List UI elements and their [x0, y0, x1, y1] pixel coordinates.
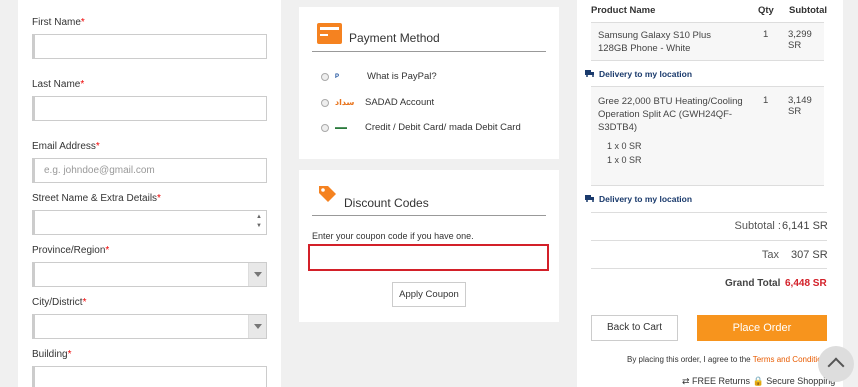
payment-option-paypal[interactable]: P What is PayPal? — [321, 70, 521, 84]
coupon-input[interactable] — [308, 244, 549, 271]
first-name-label: First Name — [32, 17, 81, 28]
first-name-input[interactable] — [32, 34, 267, 59]
delivery-option[interactable]: Delivery to my location — [585, 69, 692, 79]
sadad-logo-icon: سداد — [335, 98, 355, 107]
delivery-option[interactable]: Delivery to my location — [585, 194, 692, 204]
payment-method-card: Payment Method P What is PayPal? سداد SA… — [299, 7, 559, 159]
city-select[interactable] — [32, 314, 267, 339]
city-field: City/District* — [32, 296, 267, 339]
tax-value: 307 SR — [791, 249, 828, 261]
province-select[interactable] — [32, 262, 267, 287]
subtotal-value: 6,141 SR — [782, 220, 828, 232]
delivery-label[interactable]: Delivery to my location — [599, 69, 692, 79]
grand-total-label: Grand Total — [725, 278, 781, 289]
radio-button[interactable] — [321, 124, 329, 132]
tax-label: Tax — [761, 249, 779, 261]
cart-item: Samsung Galaxy S10 Plus 128GB Phone - Wh… — [591, 22, 824, 61]
textarea-scrollbar[interactable]: ▲ ▼ — [254, 213, 264, 232]
item-extra: 1 x 0 SR — [607, 141, 642, 151]
chevron-down-icon — [248, 263, 266, 286]
radio-button[interactable] — [321, 73, 329, 81]
item-qty: 1 — [763, 29, 769, 40]
item-extra: 1 x 0 SR — [607, 155, 642, 165]
payment-option-sadad[interactable]: سداد SADAD Account — [321, 96, 521, 110]
mada-card-logo-icon: ▬▬ — [335, 125, 347, 131]
payment-option-card[interactable]: ▬▬ Credit / Debit Card/ mada Debit Card — [321, 121, 541, 135]
item-qty: 1 — [763, 95, 769, 106]
card-label[interactable]: Credit / Debit Card/ mada Debit Card — [365, 121, 521, 135]
city-label: City/District — [32, 297, 83, 308]
item-subtotal: 3,299 SR — [788, 29, 812, 51]
required-marker: * — [105, 245, 110, 256]
order-summary: Product Name Qty Subtotal Samsung Galaxy… — [577, 0, 843, 387]
apply-coupon-button[interactable]: Apply Coupon — [392, 282, 466, 307]
delivery-label[interactable]: Delivery to my location — [599, 194, 692, 204]
required-marker: * — [157, 193, 161, 204]
subtotal-label: Subtotal : — [734, 220, 781, 232]
paypal-logo-icon: P — [335, 74, 340, 80]
email-label: Email Address — [32, 141, 96, 152]
required-marker: * — [80, 17, 85, 28]
last-name-input[interactable] — [32, 96, 267, 121]
divider — [312, 51, 546, 52]
item-name: Samsung Galaxy S10 Plus 128GB Phone - Wh… — [598, 30, 712, 54]
shipping-form: First Name* Last Name* Email Address* e.… — [18, 0, 281, 387]
back-to-cart-button[interactable]: Back to Cart — [591, 315, 678, 341]
place-order-button[interactable]: Place Order — [697, 315, 827, 341]
building-label: Building — [32, 349, 68, 360]
building-input[interactable] — [32, 366, 267, 387]
trust-badges: ⇄ FREE Returns 🔒 Secure Shopping — [682, 376, 836, 386]
scroll-to-top-button[interactable] — [818, 346, 854, 382]
price-tag-icon — [319, 186, 336, 202]
email-input[interactable]: e.g. johndoe@gmail.com — [32, 158, 267, 183]
divider — [591, 268, 827, 269]
street-field: Street Name & Extra Details* ▲ ▼ — [32, 192, 267, 235]
terms-agreement: By placing this order, I agree to the Te… — [627, 355, 830, 364]
required-marker: * — [67, 349, 72, 360]
required-marker: * — [95, 141, 100, 152]
credit-card-icon — [317, 23, 342, 44]
discount-codes-card: Discount Codes Enter your coupon code if… — [299, 170, 559, 322]
required-marker: * — [80, 79, 85, 90]
header-product-name: Product Name — [591, 5, 656, 16]
cart-item: Gree 22,000 BTU Heating/Cooling Operatio… — [591, 86, 824, 186]
chevron-down-icon — [248, 315, 266, 338]
paypal-label[interactable]: What is PayPal? — [367, 70, 437, 84]
item-name: Gree 22,000 BTU Heating/Cooling Operatio… — [598, 96, 743, 133]
street-textarea[interactable]: ▲ ▼ — [32, 210, 267, 235]
payment-method-title: Payment Method — [349, 31, 440, 45]
header-subtotal: Subtotal — [789, 5, 827, 16]
divider — [591, 212, 827, 213]
divider — [591, 240, 827, 241]
truck-icon — [585, 70, 594, 77]
last-name-field: Last Name* — [32, 78, 267, 121]
province-field: Province/Region* — [32, 244, 267, 287]
header-qty: Qty — [758, 5, 774, 16]
email-field: Email Address* e.g. johndoe@gmail.com — [32, 140, 267, 183]
coupon-hint: Enter your coupon code if you have one. — [312, 231, 474, 241]
grand-total-value: 6,448 SR — [785, 278, 827, 289]
agree-text: By placing this order, I agree to the — [627, 355, 751, 364]
province-label: Province/Region — [32, 245, 106, 256]
item-subtotal: 3,149 SR — [788, 95, 812, 117]
required-marker: * — [82, 297, 87, 308]
radio-button[interactable] — [321, 99, 329, 107]
last-name-label: Last Name — [32, 79, 81, 90]
street-label: Street Name & Extra Details — [32, 193, 158, 204]
discount-codes-title: Discount Codes — [344, 196, 429, 210]
building-field: Building* — [32, 348, 267, 387]
sadad-label[interactable]: SADAD Account — [365, 96, 434, 110]
divider — [312, 215, 546, 216]
truck-icon — [585, 195, 594, 202]
first-name-field: First Name* — [32, 16, 267, 59]
